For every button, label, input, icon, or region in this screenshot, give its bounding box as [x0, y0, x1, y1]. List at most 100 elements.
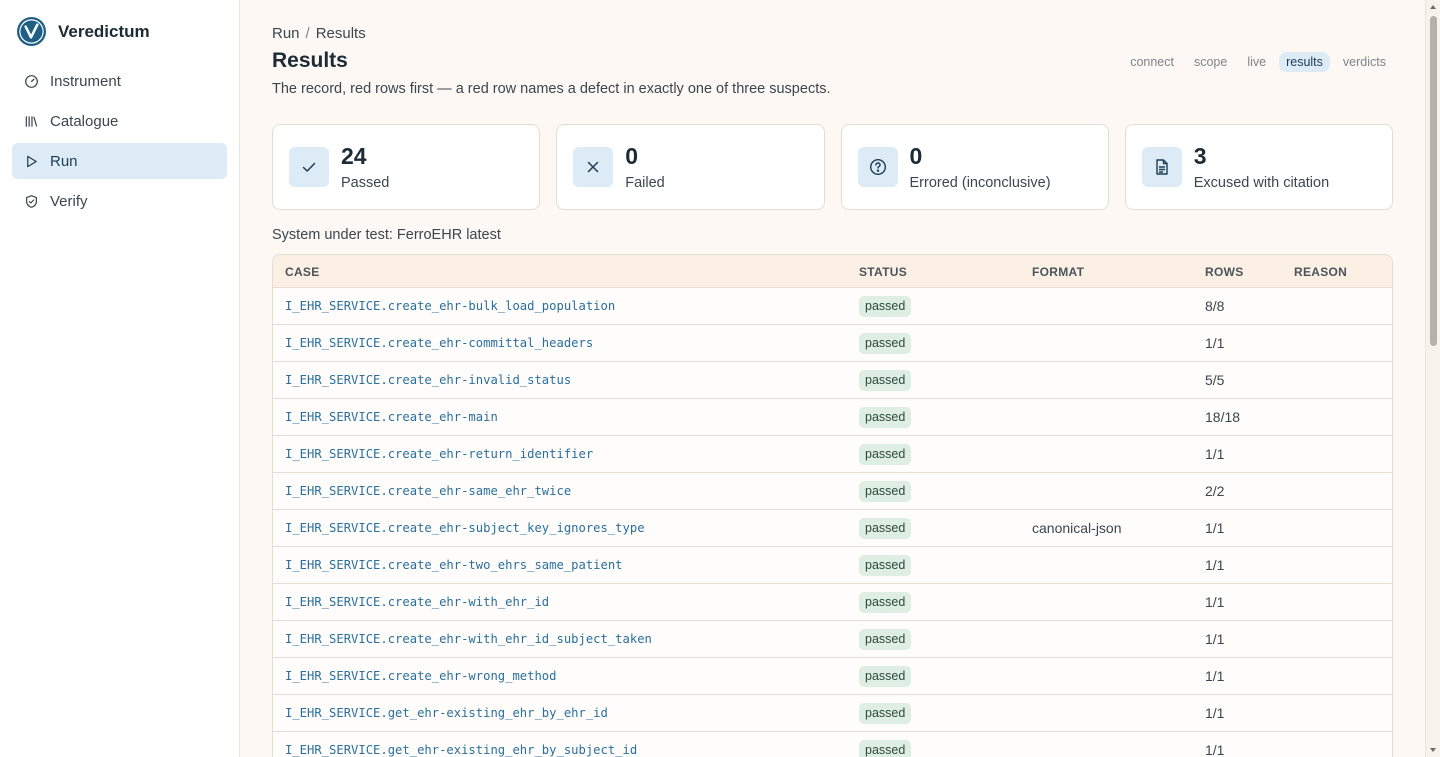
table-row[interactable]: I_EHR_SERVICE.create_ehr-same_ehr_twice p…: [273, 473, 1392, 510]
case-link[interactable]: I_EHR_SERVICE.create_ehr-return_identifi…: [285, 447, 593, 461]
sidebar-item-run[interactable]: Run: [12, 143, 227, 179]
sidebar-item-label: Instrument: [50, 72, 121, 90]
rows-cell: 1/1: [1205, 705, 1225, 721]
page-scrollbar[interactable]: [1425, 0, 1440, 757]
excused-label: Excused with citation: [1193, 175, 1330, 191]
status-badge: passed: [859, 518, 912, 539]
sidebar-item-label: Verify: [50, 192, 88, 210]
page-subtitle: The record, red rows first — a red row n…: [272, 81, 831, 97]
table-row[interactable]: I_EHR_SERVICE.create_ehr-with_ehr_id_sub…: [273, 621, 1392, 658]
library-icon: [24, 114, 39, 129]
case-link[interactable]: I_EHR_SERVICE.create_ehr-two_ehrs_same_p…: [285, 558, 623, 572]
sidebar-item-instrument[interactable]: Instrument: [12, 63, 227, 99]
table-row[interactable]: I_EHR_SERVICE.get_ehr-existing_ehr_by_su…: [273, 732, 1392, 757]
table-row[interactable]: I_EHR_SERVICE.create_ehr-bulk_load_popul…: [273, 288, 1392, 325]
table-row[interactable]: I_EHR_SERVICE.create_ehr-two_ehrs_same_p…: [273, 547, 1392, 584]
rows-cell: 1/1: [1205, 520, 1225, 536]
case-link[interactable]: I_EHR_SERVICE.create_ehr-invalid_status: [285, 373, 571, 387]
format-cell: canonical-json: [1032, 520, 1122, 536]
summary-card-errored: 0 Errored (inconclusive): [840, 124, 1109, 210]
rows-cell: 5/5: [1205, 372, 1225, 388]
passed-label: Passed: [341, 175, 390, 191]
case-link[interactable]: I_EHR_SERVICE.create_ehr-with_ehr_id_sub…: [285, 632, 652, 646]
status-badge: passed: [859, 333, 912, 354]
rows-cell: 1/1: [1205, 446, 1225, 462]
step-nav: connect scope live results verdicts: [1123, 52, 1393, 72]
errored-count: 0: [909, 143, 923, 169]
sidebar: Veredictum Instrument Catalogue Run Veri…: [0, 0, 240, 757]
system-under-test: System under test: FerroEHR latest: [272, 227, 501, 243]
scrollbar-thumb[interactable]: [1430, 16, 1437, 346]
passed-count: 24: [341, 143, 367, 169]
case-link[interactable]: I_EHR_SERVICE.get_ehr-existing_ehr_by_eh…: [285, 706, 608, 720]
summary-card-passed: 24 Passed: [272, 124, 541, 210]
case-link[interactable]: I_EHR_SERVICE.create_ehr-committal_heade…: [285, 336, 593, 350]
status-badge: passed: [859, 740, 912, 757]
column-header-rows[interactable]: ROWS: [1205, 265, 1244, 279]
table-row[interactable]: I_EHR_SERVICE.create_ehr-return_identifi…: [273, 436, 1392, 473]
check-icon: [289, 147, 329, 187]
rows-cell: 1/1: [1205, 594, 1225, 610]
rows-cell: 8/8: [1205, 298, 1225, 314]
page-title: Results: [272, 49, 348, 72]
results-table: CASE STATUS FORMAT ROWS REASON I_EHR_SER…: [272, 254, 1393, 757]
rows-cell: 18/18: [1205, 409, 1241, 425]
main-content: Run / Results Results The record, red ro…: [240, 0, 1425, 757]
status-badge: passed: [859, 444, 912, 465]
x-icon: [573, 147, 614, 187]
step-verdicts[interactable]: verdicts: [1336, 52, 1393, 72]
app-name: Veredictum: [58, 21, 150, 41]
column-header-format[interactable]: FORMAT: [1032, 265, 1084, 279]
scroll-down-arrow-icon[interactable]: [1429, 746, 1437, 754]
failed-count: 0: [625, 143, 639, 169]
sidebar-item-verify[interactable]: Verify: [12, 183, 227, 219]
case-link[interactable]: I_EHR_SERVICE.get_ehr-existing_ehr_by_su…: [285, 743, 637, 757]
sidebar-item-label: Catalogue: [50, 112, 119, 130]
brand[interactable]: Veredictum: [16, 16, 150, 47]
status-badge: passed: [859, 592, 912, 613]
status-badge: passed: [859, 296, 912, 317]
question-circle-icon: [857, 147, 898, 187]
column-header-status[interactable]: STATUS: [859, 265, 907, 279]
breadcrumb-run-link[interactable]: Run: [272, 25, 300, 42]
rows-cell: 1/1: [1205, 557, 1225, 573]
case-link[interactable]: I_EHR_SERVICE.create_ehr-with_ehr_id: [285, 595, 549, 609]
rows-cell: 1/1: [1205, 335, 1225, 351]
sidebar-nav: Instrument Catalogue Run Verify: [12, 63, 227, 223]
rows-cell: 2/2: [1205, 483, 1225, 499]
step-connect[interactable]: connect: [1123, 52, 1181, 72]
table-row[interactable]: I_EHR_SERVICE.create_ehr-committal_heade…: [273, 325, 1392, 362]
step-results[interactable]: results: [1279, 52, 1330, 72]
breadcrumb-separator: /: [305, 25, 310, 42]
step-live[interactable]: live: [1240, 52, 1273, 72]
table-row[interactable]: I_EHR_SERVICE.create_ehr-main passed 18/18: [273, 399, 1392, 436]
veredictum-logo-icon: [16, 16, 47, 47]
rows-cell: 1/1: [1205, 742, 1225, 757]
status-badge: passed: [859, 407, 912, 428]
table-row[interactable]: I_EHR_SERVICE.create_ehr-with_ehr_id pass…: [273, 584, 1392, 621]
column-header-reason[interactable]: REASON: [1294, 265, 1347, 279]
table-row[interactable]: I_EHR_SERVICE.create_ehr-wrong_method pas…: [273, 658, 1392, 695]
breadcrumb-current: Results: [315, 25, 366, 42]
summary-cards: 24 Passed 0 Failed 0 Errored (inconclusi…: [272, 124, 1393, 210]
table-header: CASE STATUS FORMAT ROWS REASON: [273, 255, 1392, 288]
gauge-icon: [24, 74, 39, 89]
case-link[interactable]: I_EHR_SERVICE.create_ehr-main: [285, 410, 498, 424]
case-link[interactable]: I_EHR_SERVICE.create_ehr-wrong_method: [285, 669, 557, 683]
table-row[interactable]: I_EHR_SERVICE.get_ehr-existing_ehr_by_eh…: [273, 695, 1392, 732]
scroll-up-arrow-icon[interactable]: [1429, 3, 1437, 11]
table-row[interactable]: I_EHR_SERVICE.create_ehr-invalid_status p…: [273, 362, 1392, 399]
sidebar-item-label: Run: [50, 152, 78, 170]
case-link[interactable]: I_EHR_SERVICE.create_ehr-subject_key_ign…: [285, 521, 645, 535]
table-row[interactable]: I_EHR_SERVICE.create_ehr-subject_key_ign…: [273, 510, 1392, 547]
summary-card-excused: 3 Excused with citation: [1124, 124, 1393, 210]
case-link[interactable]: I_EHR_SERVICE.create_ehr-same_ehr_twice: [285, 484, 571, 498]
case-link[interactable]: I_EHR_SERVICE.create_ehr-bulk_load_popul…: [285, 299, 615, 313]
status-badge: passed: [859, 370, 912, 391]
column-header-case[interactable]: CASE: [285, 265, 320, 279]
step-scope[interactable]: scope: [1187, 52, 1234, 72]
sidebar-item-catalogue[interactable]: Catalogue: [12, 103, 227, 139]
failed-label: Failed: [625, 175, 665, 191]
rows-cell: 1/1: [1205, 668, 1225, 684]
play-icon: [24, 154, 39, 169]
